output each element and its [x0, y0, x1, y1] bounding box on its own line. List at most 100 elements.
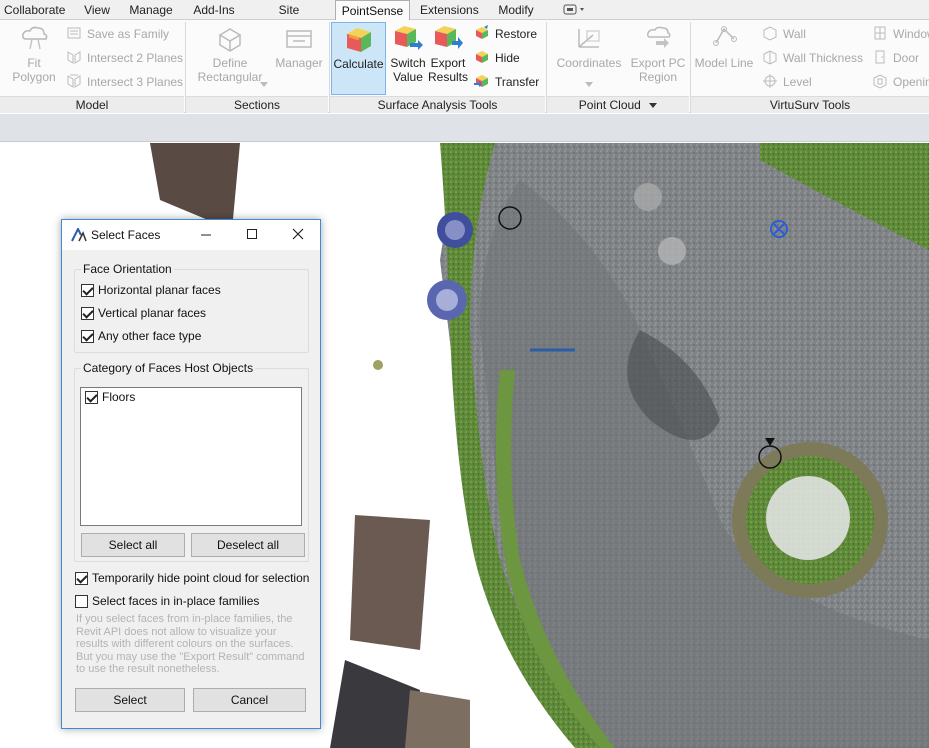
floors-checkbox[interactable] [85, 391, 98, 404]
export-pc-region-line1: Export PC [630, 56, 686, 70]
tab-site-designer[interactable]: Site Designer [250, 0, 328, 37]
level-icon [763, 74, 777, 88]
ribbon-options-dropdown[interactable] [563, 4, 589, 16]
manager-label: Manager [275, 56, 323, 70]
hide-icon [476, 51, 488, 63]
calculate-button[interactable]: Calculate [331, 22, 386, 95]
panel-title-surface-analysis: Surface Analysis Tools [330, 96, 545, 113]
ribbon-toggle-icon [563, 4, 584, 15]
calculate-icon [346, 28, 371, 52]
tab-pointsense[interactable]: PointSense [335, 0, 410, 21]
panel-title-model: Model [0, 96, 184, 113]
panel-title-virtusurv: VirtuSurv Tools [691, 96, 929, 113]
fit-polygon-icon [22, 26, 48, 50]
wall-label: Wall [783, 27, 806, 41]
category-listbox[interactable]: Floors [80, 387, 302, 526]
inplace-families-checkbox[interactable] [75, 595, 88, 608]
calculate-label: Calculate [333, 57, 384, 71]
wall-thickness-button[interactable]: Wall Thickness [762, 48, 863, 68]
floors-label: Floors [102, 390, 136, 404]
intersect-2-planes-button[interactable]: Intersect 2 Planes [66, 48, 183, 68]
intersect-3-planes-icon [67, 74, 81, 88]
save-as-family-button[interactable]: Save as Family [66, 24, 169, 44]
close-button[interactable] [289, 226, 307, 244]
restore-label: Restore [495, 27, 538, 41]
close-icon [292, 228, 304, 240]
maximize-button[interactable] [243, 226, 261, 244]
inplace-families-label: Select faces in in-place families [92, 594, 260, 608]
coordinates-label: Coordinates [556, 56, 622, 70]
maximize-icon [247, 229, 257, 239]
other-faces-label: Any other face type [98, 329, 202, 343]
face-orientation-label: Face Orientation [81, 262, 174, 276]
select-all-button[interactable]: Select all [81, 533, 185, 557]
model-line-button[interactable]: Model Line [693, 23, 755, 70]
fit-polygon-line1: Fit [27, 56, 41, 70]
window-button[interactable]: Window [872, 24, 929, 44]
model-line-label: Model Line [694, 56, 754, 70]
export-results-icon [435, 26, 463, 49]
vertical-faces-label: Vertical planar faces [98, 306, 207, 320]
define-rectangular-line2: Rectangular [197, 70, 263, 84]
tab-add-ins[interactable]: Add-Ins [188, 0, 240, 20]
restore-button[interactable]: Restore [474, 24, 537, 44]
horizontal-faces-checkbox[interactable] [81, 284, 94, 297]
other-faces-checkbox[interactable] [81, 330, 94, 343]
hide-button[interactable]: Hide [474, 48, 520, 68]
transfer-label: Transfer [495, 75, 540, 89]
panel-title-point-cloud[interactable]: Point Cloud [547, 96, 689, 113]
intersect-2-planes-icon [67, 51, 81, 64]
tab-modify[interactable]: Modify [492, 0, 540, 20]
hide-point-cloud-checkbox[interactable] [75, 572, 88, 585]
point-cloud-title: Point Cloud [578, 98, 641, 112]
dialog-titlebar[interactable]: Select Faces [62, 220, 320, 250]
select-button[interactable]: Select [75, 688, 185, 712]
tab-manage[interactable]: Manage [125, 0, 177, 20]
switch-value-line2: Value [393, 70, 423, 84]
export-results-line1: Export [430, 56, 466, 70]
tab-extensions[interactable]: Extensions [416, 0, 482, 20]
opening-button[interactable]: Openin [872, 72, 929, 92]
chevron-down-icon [260, 82, 268, 87]
export-pc-region-button[interactable]: Export PC Region [628, 23, 688, 84]
minimize-button[interactable] [197, 226, 215, 244]
target-marker-icon[interactable] [769, 219, 789, 239]
coordinates-button[interactable]: Coordinates [554, 23, 624, 87]
restore-icon [476, 25, 488, 39]
category-label: Category of Faces Host Objects [81, 361, 256, 375]
fit-polygon-button[interactable]: Fit Polygon [4, 23, 64, 84]
model-line-icon [713, 26, 737, 46]
chevron-down-icon [649, 103, 658, 108]
sections-manager-button[interactable]: Manager [272, 23, 326, 70]
define-rectangular-button[interactable]: Define Rectangular [192, 23, 268, 87]
wall-icon [763, 26, 777, 41]
view-tab-strip [0, 114, 929, 142]
window-label: Window [893, 27, 929, 41]
minimize-icon [201, 234, 211, 236]
level-label: Level [783, 75, 812, 89]
tab-collaborate[interactable]: Collaborate [0, 0, 68, 20]
coordinates-icon [578, 29, 600, 48]
hide-label: Hide [495, 51, 520, 65]
tab-view[interactable]: View [80, 0, 114, 20]
save-family-icon [67, 27, 81, 39]
inplace-hint-text: If you select faces from in-place famili… [76, 613, 305, 675]
vertical-faces-checkbox[interactable] [81, 307, 94, 320]
wall-button[interactable]: Wall [762, 24, 806, 44]
ribbon-tab-bar: Collaborate View Manage Add-Ins Site Des… [0, 0, 929, 37]
fit-polygon-line2: Polygon [12, 70, 56, 84]
transfer-button[interactable]: Transfer [474, 72, 539, 92]
export-pc-region-line2: Region [638, 70, 678, 84]
export-results-button[interactable]: Export Results [428, 23, 468, 84]
switch-value-button[interactable]: Switch Value [389, 23, 427, 84]
deselect-all-button[interactable]: Deselect all [191, 533, 305, 557]
level-button[interactable]: Level [762, 72, 812, 92]
horizontal-faces-label: Horizontal planar faces [98, 283, 221, 297]
export-results-line2: Results [428, 70, 469, 84]
door-button[interactable]: Door [872, 48, 919, 68]
save-as-family-label: Save as Family [87, 27, 170, 41]
intersect-3-planes-button[interactable]: Intersect 3 Planes [66, 72, 183, 92]
define-rectangular-icon [218, 28, 242, 52]
intersect-3-planes-label: Intersect 3 Planes [87, 75, 184, 89]
cancel-button[interactable]: Cancel [193, 688, 306, 712]
